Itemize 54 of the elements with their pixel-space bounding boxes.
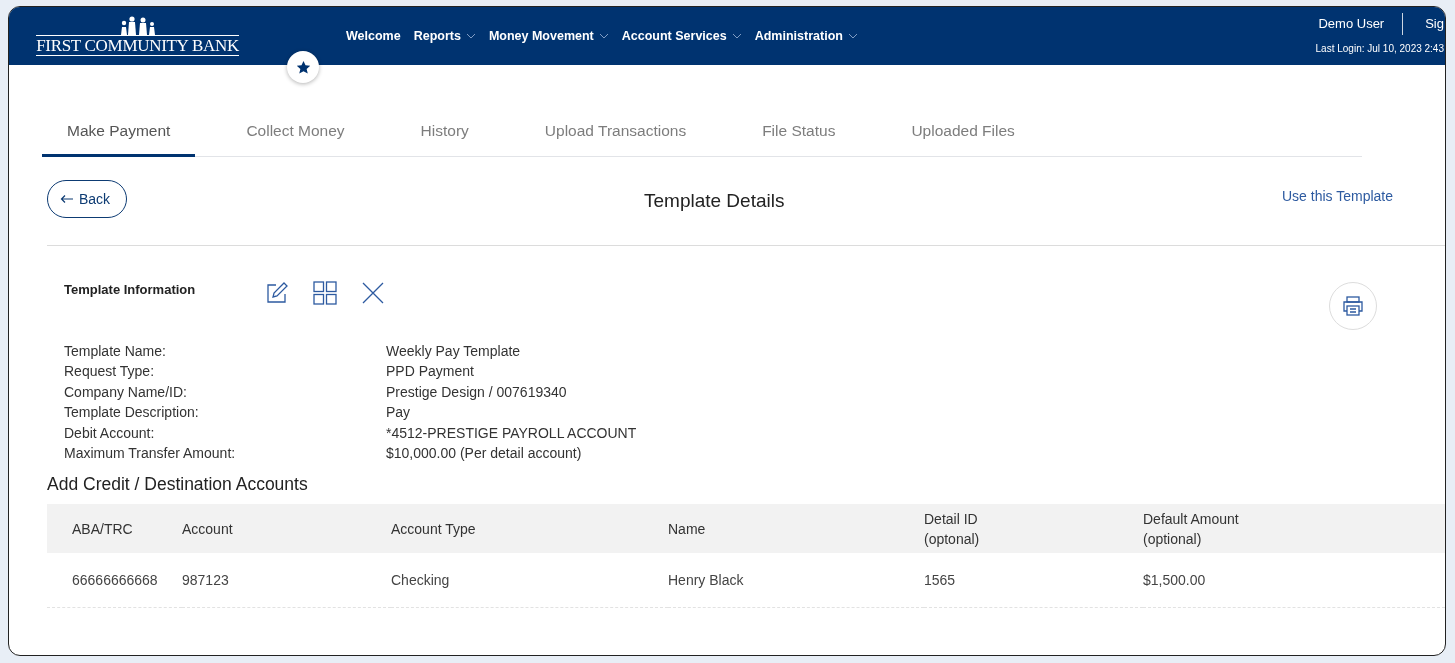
detail-label: Template Name:	[64, 341, 167, 361]
printer-icon	[1342, 294, 1364, 317]
table-cell: 987123	[182, 553, 391, 609]
edit-icon[interactable]	[265, 281, 290, 305]
user-name[interactable]: Demo User	[1318, 16, 1385, 31]
column-header: Name	[668, 504, 924, 554]
table-title: Add Credit / Destination Accounts	[47, 474, 309, 496]
close-icon[interactable]	[361, 281, 386, 305]
column-header: Account	[182, 504, 391, 554]
column-note: (optional)	[1143, 529, 1203, 549]
detail-value: Pay	[386, 403, 412, 423]
detail-value: *4512-PRESTIGE PAYROLL ACCOUNT	[386, 423, 638, 443]
section-title: Template Information	[64, 281, 196, 297]
detail-value: $10,000.00 (Per detail account)	[386, 444, 583, 464]
back-button[interactable]: Back	[47, 179, 128, 218]
arrow-left-icon	[60, 193, 74, 204]
favorites-button[interactable]	[287, 51, 319, 83]
tab[interactable]: History	[395, 110, 494, 157]
star-icon	[295, 59, 311, 75]
table-cell: Henry Black	[668, 553, 924, 609]
grid-icon[interactable]	[313, 281, 338, 305]
detail-value: PPD Payment	[386, 362, 475, 382]
nav-menu-item[interactable]: Account Services	[621, 29, 742, 43]
detail-value: Weekly Pay Template	[386, 341, 522, 361]
detail-label: Template Description:	[64, 403, 200, 423]
nav-menu-item[interactable]: Reports	[413, 29, 476, 43]
detail-label: Request Type:	[64, 362, 156, 382]
tab[interactable]: Collect Money	[221, 110, 370, 157]
bank-logo-text: FIRST COMMUNITY BANK	[36, 35, 239, 56]
table-cell: 1565	[924, 553, 1143, 609]
detail-label: Company Name/ID:	[64, 382, 188, 402]
use-template-link[interactable]: Use this Template	[1282, 187, 1393, 204]
detail-label: Debit Account:	[64, 423, 156, 443]
column-note: (optonal)	[924, 529, 981, 549]
tab[interactable]: Make Payment	[42, 110, 196, 157]
table-cell: $1,500.00	[1143, 553, 1445, 609]
print-button[interactable]	[1329, 281, 1377, 330]
column-header: Default Amount	[1143, 509, 1240, 529]
column-header: ABA/TRC	[47, 504, 182, 554]
page-title: Template Details	[644, 189, 785, 212]
detail-value: Prestige Design / 007619340	[386, 382, 568, 402]
last-login-text: Last Login: Jul 10, 2023 2:43	[1315, 42, 1444, 54]
detail-label: Maximum Transfer Amount:	[64, 444, 237, 464]
tab[interactable]: Uploaded Files	[886, 110, 1040, 157]
nav-menu-item[interactable]: Administration	[754, 29, 858, 43]
sign-out-link[interactable]: Sig	[1425, 16, 1444, 31]
nav-menu-item[interactable]: Money Movement	[488, 29, 609, 43]
column-header: Detail ID	[924, 509, 979, 529]
table-cell: Checking	[391, 553, 668, 609]
tab[interactable]: File Status	[737, 110, 861, 157]
nav-menu-item[interactable]: Welcome	[346, 29, 401, 43]
table-cell: 66666666668	[47, 553, 182, 609]
tab[interactable]: Upload Transactions	[519, 110, 712, 157]
column-header: Account Type	[391, 504, 668, 554]
